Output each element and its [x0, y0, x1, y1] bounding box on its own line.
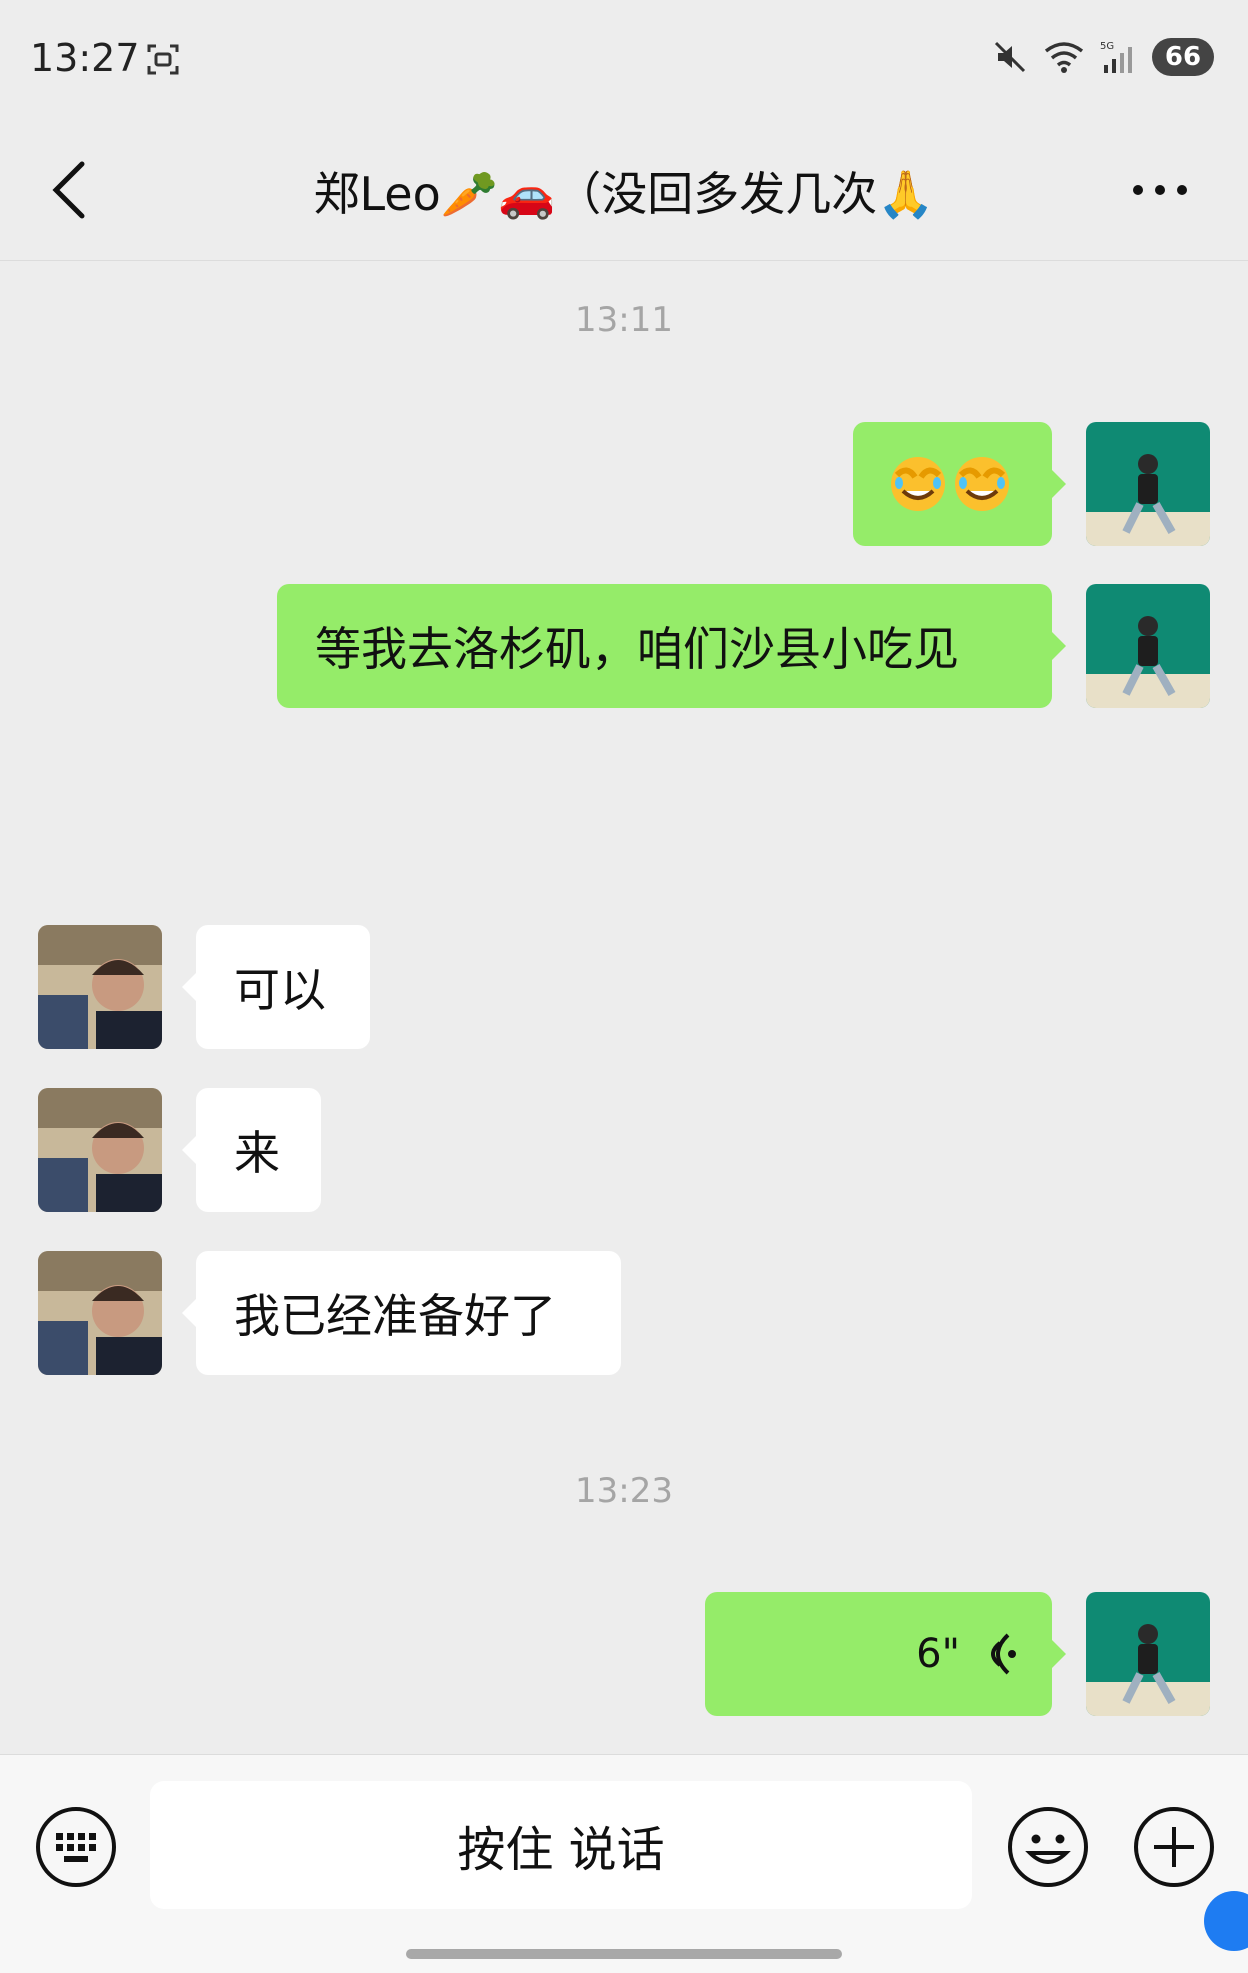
message-bubble-sent[interactable] — [853, 422, 1066, 546]
timestamp: 13:23 — [575, 1471, 673, 1511]
status-icons: 5G 66 — [992, 38, 1214, 76]
keyboard-button[interactable] — [34, 1805, 118, 1889]
my-avatar[interactable] — [1086, 584, 1210, 708]
chat-header: 郑Leo🥕🚗（没回多发几次🙏 — [0, 120, 1248, 261]
mute-icon — [994, 41, 1026, 73]
screen-record-icon — [147, 44, 179, 75]
message-bubble-received[interactable]: 可以 — [182, 925, 370, 1049]
home-indicator[interactable] — [406, 1949, 842, 1959]
laughing-crying-emoji — [954, 457, 1009, 511]
message-text: 我已经准备好了 — [234, 1289, 556, 1343]
my-avatar[interactable] — [1086, 1592, 1210, 1716]
signal-5g-icon: 5G — [1100, 41, 1132, 73]
timestamp: 13:11 — [575, 300, 673, 340]
message-text: 来 — [234, 1126, 280, 1180]
more-functions-button[interactable] — [1132, 1805, 1216, 1889]
message-text: 可以 — [234, 963, 326, 1017]
message-bubble-received[interactable]: 来 — [182, 1088, 321, 1212]
laughing-crying-emoji — [890, 457, 945, 511]
message-bubble-sent[interactable]: 等我去洛杉矶，咱们沙县小吃见 — [277, 584, 1066, 708]
my-avatar[interactable] — [1086, 422, 1210, 546]
more-options-button[interactable] — [1128, 164, 1192, 216]
svg-text:5G: 5G — [1100, 41, 1114, 52]
hold-to-talk-button[interactable]: 按住 说话 — [150, 1781, 972, 1909]
input-bar: 按住 说话 — [0, 1754, 1248, 1973]
status-bar: 13:27 5G 66 — [0, 0, 1248, 120]
voice-wave-icon — [991, 1633, 1016, 1675]
contact-avatar[interactable] — [38, 925, 162, 1049]
message-text: 等我去洛杉矶，咱们沙县小吃见 — [315, 622, 959, 676]
emoji-button[interactable] — [1006, 1805, 1090, 1889]
wifi-icon — [1044, 42, 1084, 73]
status-time: 13:27 — [30, 36, 140, 80]
message-bubble-received[interactable]: 我已经准备好了 — [182, 1251, 621, 1375]
voice-message-bubble[interactable]: 6" — [705, 1592, 1066, 1716]
contact-avatar[interactable] — [38, 1088, 162, 1212]
chat-area[interactable]: 13:11 等我去洛杉矶，咱们沙县小吃见 可以 来 我已经准备好了 13:23 … — [0, 262, 1248, 1754]
battery-icon: 66 — [1152, 38, 1214, 76]
back-button[interactable] — [46, 158, 98, 222]
contact-avatar[interactable] — [38, 1251, 162, 1375]
chat-title: 郑Leo🥕🚗（没回多发几次🙏 — [313, 167, 935, 221]
floating-window-icon[interactable] — [1204, 1891, 1248, 1951]
voice-duration: 6" — [916, 1631, 960, 1677]
